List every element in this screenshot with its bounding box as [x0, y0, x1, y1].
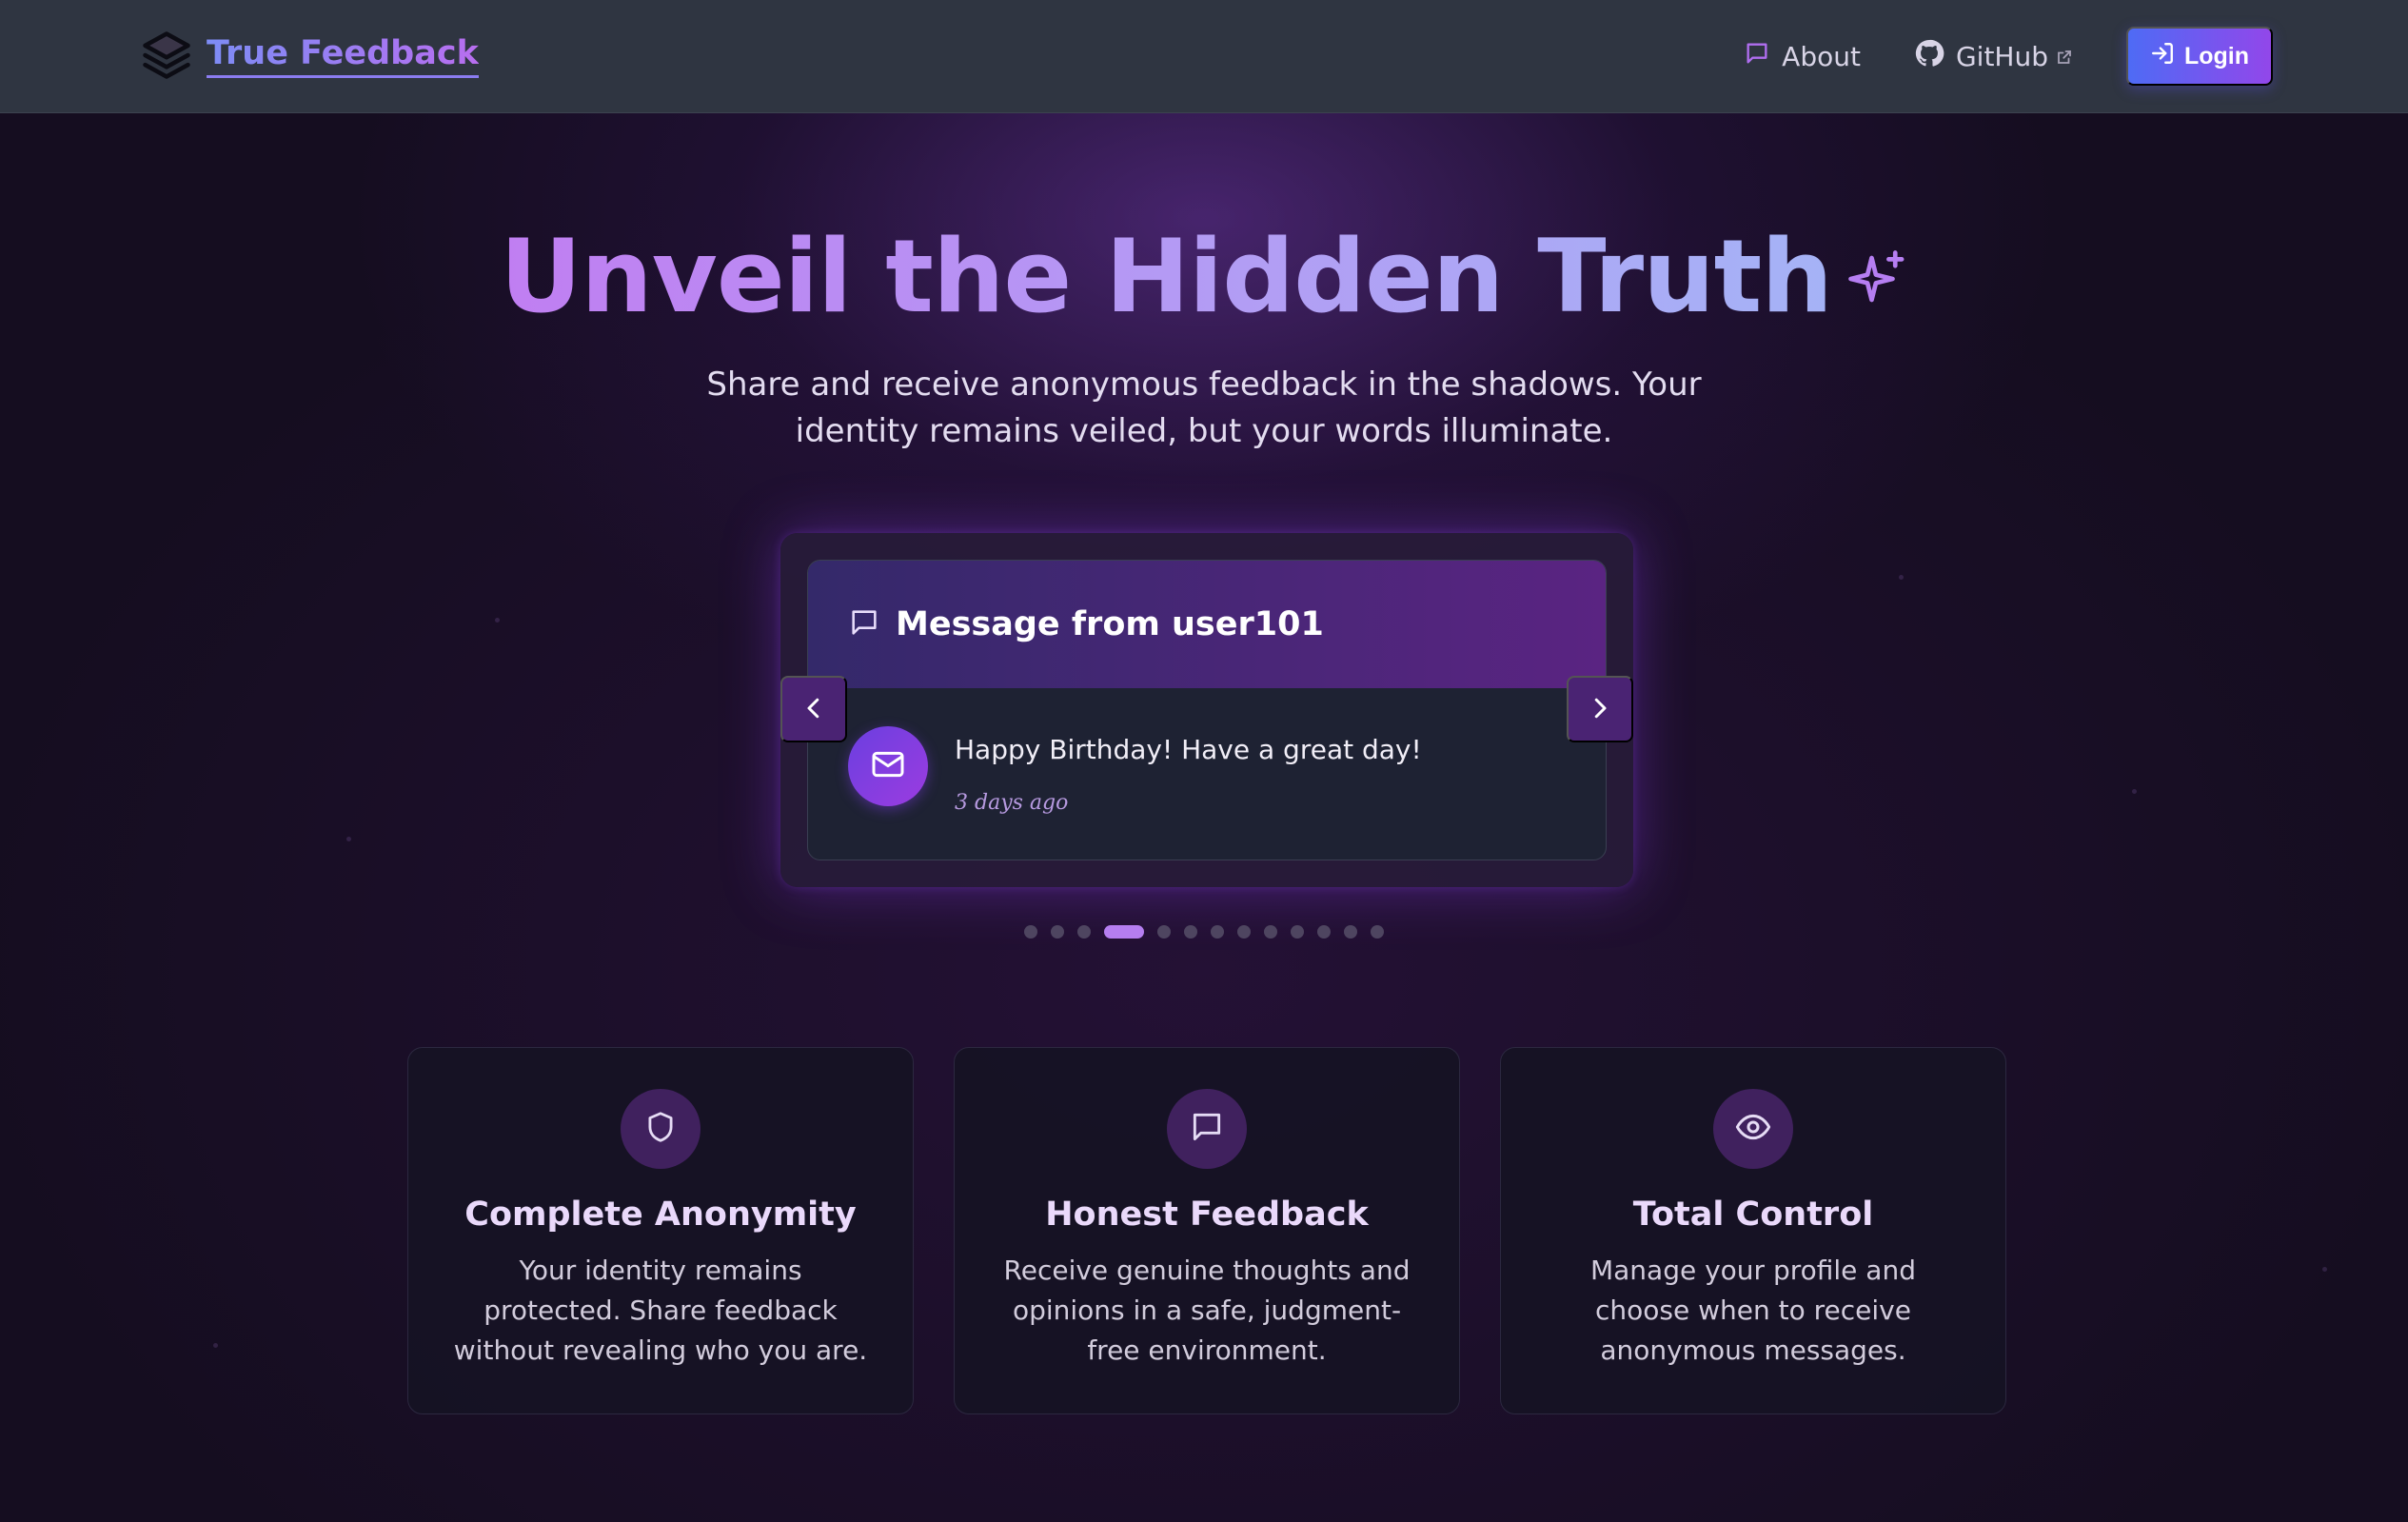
carousel-dot[interactable]	[1317, 925, 1331, 939]
message-square-icon	[1744, 40, 1770, 73]
chevron-left-icon	[799, 694, 828, 725]
carousel-dot[interactable]	[1344, 925, 1357, 939]
hero-subtitle: Share and receive anonymous feedback in …	[706, 366, 1702, 450]
background-particle	[2322, 1267, 2327, 1272]
feature-card-control: Total Control Manage your profile and ch…	[1500, 1047, 2006, 1414]
background-particle	[1899, 575, 1904, 580]
carousel-prev-button[interactable]	[780, 676, 847, 742]
message-card-title: Message from user101	[896, 605, 1324, 643]
carousel-dot[interactable]	[1077, 925, 1091, 939]
github-icon	[1914, 38, 1944, 75]
carousel-dot[interactable]	[1211, 925, 1224, 939]
carousel-dot[interactable]	[1237, 925, 1251, 939]
background-particle	[2132, 789, 2137, 794]
message-timestamp: 3 days ago	[955, 791, 1069, 815]
feature-title: Honest Feedback	[1045, 1196, 1369, 1234]
carousel-dot[interactable]	[1051, 925, 1064, 939]
hero-title-text: Unveil the Hidden Truth	[500, 218, 1833, 335]
carousel-dot[interactable]	[1024, 925, 1037, 939]
feature-icon-badge	[1167, 1089, 1247, 1169]
github-label: GitHub	[1955, 40, 2048, 72]
carousel-dot[interactable]	[1104, 925, 1144, 939]
top-navbar: True Feedback About GitHub Login	[0, 0, 2408, 113]
about-label: About	[1782, 40, 1861, 72]
feature-description: Your identity remains protected. Share f…	[453, 1255, 868, 1366]
carousel-dot[interactable]	[1264, 925, 1277, 939]
feature-icon-badge	[1713, 1089, 1793, 1169]
message-carousel: Message from user101 Happy Birthday! Hav…	[780, 533, 1633, 887]
carousel-pagination	[0, 925, 2408, 939]
message-text: Happy Birthday! Have a great day!	[955, 734, 1422, 765]
feature-title: Total Control	[1632, 1196, 1874, 1234]
background-particle	[346, 837, 351, 841]
hero-title: Unveil the Hidden Truth	[0, 215, 2408, 346]
background-particle	[495, 618, 500, 623]
message-card-header: Message from user101	[808, 561, 1606, 688]
brand-link[interactable]: True Feedback	[140, 29, 479, 82]
eye-icon	[1734, 1108, 1772, 1150]
layers-logo-icon	[140, 29, 193, 82]
feature-card-honest: Honest Feedback Receive genuine thoughts…	[954, 1047, 1460, 1414]
login-button[interactable]: Login	[2126, 27, 2273, 86]
chevron-right-icon	[1586, 694, 1614, 725]
carousel-next-button[interactable]	[1567, 676, 1633, 742]
nav-links: About GitHub Login	[1744, 27, 2273, 86]
external-link-icon	[2056, 41, 2073, 72]
carousel-dot[interactable]	[1184, 925, 1197, 939]
message-icon	[1189, 1109, 1225, 1149]
about-link[interactable]: About	[1744, 40, 1861, 73]
feature-card-anonymity: Complete Anonymity Your identity remains…	[407, 1047, 914, 1414]
feature-icon-badge	[621, 1089, 701, 1169]
github-link[interactable]: GitHub	[1914, 38, 2073, 75]
message-card-body: Happy Birthday! Have a great day! 3 days…	[808, 688, 1606, 860]
carousel-dot[interactable]	[1157, 925, 1171, 939]
carousel-dot[interactable]	[1291, 925, 1304, 939]
brand-name[interactable]: True Feedback	[207, 32, 479, 78]
message-card: Message from user101 Happy Birthday! Hav…	[807, 560, 1607, 860]
message-square-icon	[848, 606, 880, 642]
carousel-dot[interactable]	[1371, 925, 1384, 939]
log-in-icon	[2150, 41, 2175, 72]
sparkles-icon	[1845, 214, 1908, 338]
login-label: Login	[2183, 42, 2250, 69]
background-particle	[213, 1343, 218, 1348]
shield-icon	[642, 1109, 679, 1149]
mail-avatar	[848, 726, 928, 806]
feature-description: Receive genuine thoughts and opinions in…	[1003, 1255, 1411, 1366]
mail-icon	[869, 745, 907, 787]
feature-description: Manage your profile and choose when to r…	[1589, 1255, 1916, 1366]
feature-title: Complete Anonymity	[464, 1196, 857, 1234]
